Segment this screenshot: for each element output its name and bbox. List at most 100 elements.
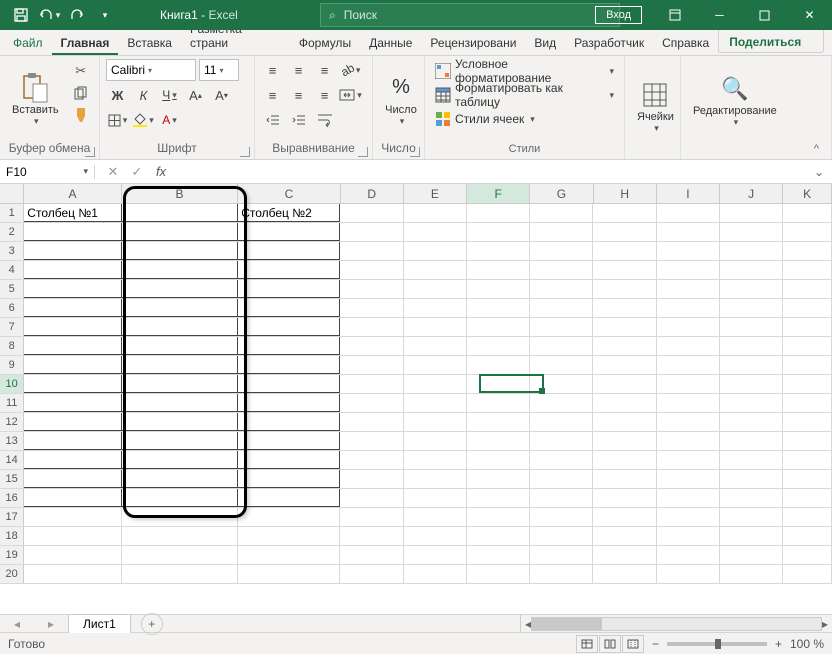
cell[interactable]	[720, 318, 783, 336]
spreadsheet-grid[interactable]: ABCDEFGHIJK 1Столбец №1Столбец №22345678…	[0, 184, 832, 614]
copy-button[interactable]	[71, 83, 91, 103]
cell[interactable]	[467, 432, 530, 450]
cell[interactable]	[593, 318, 656, 336]
cell[interactable]	[530, 261, 593, 279]
normal-view-button[interactable]	[576, 635, 598, 653]
scroll-right-icon[interactable]: ▸	[822, 617, 828, 631]
cell[interactable]	[122, 261, 239, 279]
redo-button[interactable]	[64, 2, 90, 28]
cell[interactable]	[404, 565, 467, 583]
cell[interactable]	[122, 356, 239, 374]
cell[interactable]	[340, 299, 403, 317]
cell[interactable]	[122, 470, 239, 488]
format-painter-button[interactable]	[71, 105, 91, 125]
cell[interactable]	[122, 337, 239, 355]
cell[interactable]	[404, 489, 467, 507]
cell[interactable]	[657, 394, 720, 412]
cell[interactable]	[467, 375, 530, 393]
cell[interactable]	[657, 565, 720, 583]
cell[interactable]	[122, 489, 239, 507]
undo-button[interactable]: ▾	[36, 2, 62, 28]
cell[interactable]	[404, 223, 467, 241]
cell[interactable]	[783, 394, 832, 412]
cell[interactable]	[783, 432, 832, 450]
cell[interactable]	[404, 280, 467, 298]
cells-button[interactable]: Ячейки ▾	[631, 59, 680, 153]
cell[interactable]	[720, 337, 783, 355]
tab-view[interactable]: Вид	[525, 31, 565, 55]
cell[interactable]	[783, 204, 832, 222]
cell[interactable]	[720, 489, 783, 507]
cell[interactable]	[238, 489, 340, 507]
row-header[interactable]: 3	[0, 242, 24, 260]
cell[interactable]	[657, 242, 720, 260]
cell[interactable]	[657, 451, 720, 469]
cell[interactable]	[238, 565, 340, 583]
cell[interactable]	[122, 432, 239, 450]
cell[interactable]	[783, 451, 832, 469]
cell[interactable]	[238, 546, 340, 564]
cell[interactable]	[593, 204, 656, 222]
cell[interactable]	[122, 318, 239, 336]
cell[interactable]	[467, 337, 530, 355]
cell[interactable]	[593, 394, 656, 412]
cell[interactable]	[530, 394, 593, 412]
cell[interactable]	[593, 470, 656, 488]
align-middle-icon[interactable]: ≡	[287, 59, 310, 81]
cell[interactable]	[467, 508, 530, 526]
cell[interactable]	[530, 242, 593, 260]
cell[interactable]	[340, 394, 403, 412]
cell[interactable]	[340, 204, 403, 222]
tab-file[interactable]: Файл	[4, 31, 52, 55]
column-header-E[interactable]: E	[404, 184, 467, 203]
cell[interactable]	[720, 242, 783, 260]
row-header[interactable]: 10	[0, 375, 24, 393]
cell[interactable]	[783, 261, 832, 279]
cell-styles-button[interactable]: Стили ячеек▾	[431, 107, 618, 131]
align-right-icon[interactable]: ≡	[313, 84, 336, 106]
cell[interactable]	[467, 242, 530, 260]
cell[interactable]	[467, 489, 530, 507]
cell[interactable]	[720, 546, 783, 564]
cell[interactable]	[238, 375, 340, 393]
cell[interactable]	[657, 413, 720, 431]
borders-button[interactable]: ▾	[106, 109, 129, 131]
cell[interactable]	[530, 470, 593, 488]
cell[interactable]: Столбец №2	[238, 204, 340, 222]
row-header[interactable]: 11	[0, 394, 24, 412]
cell[interactable]	[467, 356, 530, 374]
increase-font-icon[interactable]: A▴	[184, 84, 207, 106]
cell[interactable]	[238, 337, 340, 355]
dialog-launcher-icon[interactable]	[358, 147, 368, 157]
cell[interactable]	[593, 489, 656, 507]
column-header-D[interactable]: D	[341, 184, 404, 203]
cell[interactable]	[783, 356, 832, 374]
cell[interactable]	[122, 375, 239, 393]
add-sheet-button[interactable]: +	[141, 613, 163, 635]
cell[interactable]	[593, 508, 656, 526]
cell[interactable]	[238, 413, 340, 431]
align-bottom-icon[interactable]: ≡	[313, 59, 336, 81]
cell[interactable]	[593, 261, 656, 279]
column-header-F[interactable]: F	[467, 184, 530, 203]
cell[interactable]	[404, 394, 467, 412]
cell[interactable]	[720, 299, 783, 317]
cell[interactable]	[783, 565, 832, 583]
cell[interactable]	[24, 223, 121, 241]
cell[interactable]	[593, 546, 656, 564]
cell[interactable]	[24, 565, 121, 583]
cell[interactable]	[593, 337, 656, 355]
cell[interactable]	[783, 299, 832, 317]
row-header[interactable]: 8	[0, 337, 24, 355]
login-button[interactable]: Вход	[595, 6, 642, 24]
cell[interactable]	[404, 318, 467, 336]
cell[interactable]	[340, 489, 403, 507]
cell[interactable]	[467, 394, 530, 412]
column-header-I[interactable]: I	[657, 184, 720, 203]
zoom-in-button[interactable]: +	[775, 637, 782, 651]
cell[interactable]	[467, 204, 530, 222]
fill-color-button[interactable]: ▾	[132, 109, 155, 131]
zoom-level[interactable]: 100 %	[790, 637, 824, 651]
cell[interactable]	[467, 223, 530, 241]
paste-button[interactable]: Вставить ▾	[6, 59, 65, 139]
